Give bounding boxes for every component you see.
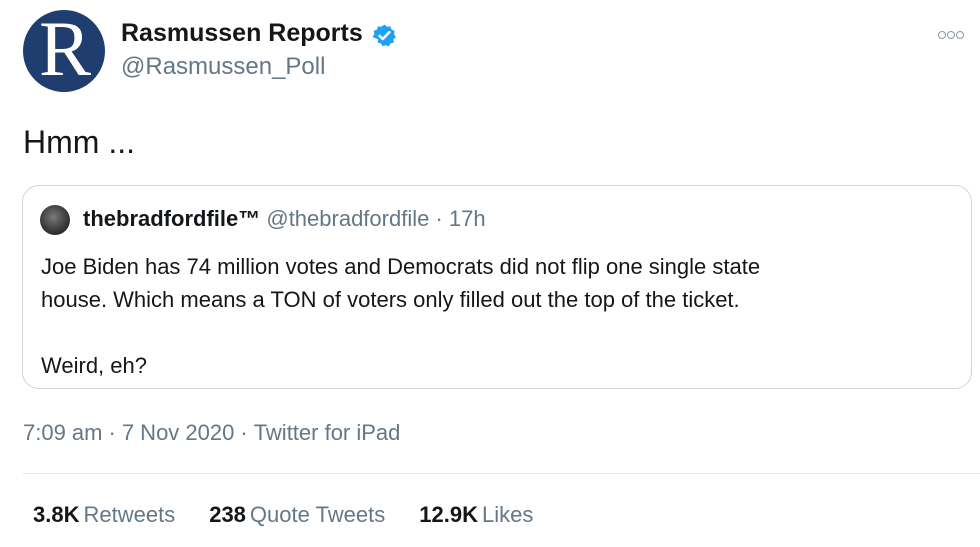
author-avatar[interactable]: R: [23, 10, 105, 92]
quoted-author-handle[interactable]: @thebradfordfile: [266, 206, 429, 231]
author-handle[interactable]: @Rasmussen_Poll: [121, 53, 325, 81]
quoted-text-line: house. Which means a TON of voters only …: [41, 287, 740, 312]
likes-stat[interactable]: 12.9K Likes: [419, 502, 533, 528]
meta-separator: ·: [240, 420, 248, 445]
likes-label: Likes: [481, 502, 534, 527]
more-dot: [947, 31, 955, 39]
quoted-tweet-card[interactable]: thebradfordfile™ @thebradfordfile · 17h …: [22, 185, 972, 389]
more-dot: [938, 31, 946, 39]
more-options-icon[interactable]: [938, 30, 964, 40]
quote-tweets-count: 238: [209, 502, 246, 527]
quoted-tweet-body: Joe Biden has 74 million votes and Democ…: [41, 250, 941, 382]
quoted-tweet-header: thebradfordfile™ @thebradfordfile · 17h: [83, 206, 486, 232]
likes-count: 12.9K: [419, 502, 478, 527]
quote-tweets-label: Quote Tweets: [249, 502, 386, 527]
retweets-stat[interactable]: 3.8K Retweets: [33, 502, 175, 528]
engagement-stats: 3.8K Retweets 238 Quote Tweets 12.9K Likes: [33, 502, 567, 528]
tweet-meta: 7:09 am · 7 Nov 2020 · Twitter for iPad: [23, 420, 400, 446]
quoted-author-avatar[interactable]: [40, 205, 70, 235]
tweet-text: Hmm ...: [23, 124, 135, 160]
quoted-text-line: Weird, eh?: [41, 353, 147, 378]
verified-badge-icon: [372, 24, 396, 47]
quoted-separator: ·: [435, 206, 443, 231]
tweet-time[interactable]: 7:09 am: [23, 420, 103, 445]
author-display-name[interactable]: Rasmussen Reports: [121, 19, 363, 48]
quoted-time[interactable]: 17h: [449, 206, 486, 231]
avatar-letter: R: [38, 10, 92, 92]
tweet-source[interactable]: Twitter for iPad: [254, 420, 401, 445]
retweets-count: 3.8K: [33, 502, 80, 527]
retweets-label: Retweets: [83, 502, 176, 527]
quoted-text-line: Joe Biden has 74 million votes and Democ…: [41, 254, 761, 279]
more-dot: [956, 31, 964, 39]
tweet-date[interactable]: 7 Nov 2020: [122, 420, 235, 445]
quoted-author-name[interactable]: thebradfordfile™: [83, 206, 260, 231]
quote-tweets-stat[interactable]: 238 Quote Tweets: [209, 502, 385, 528]
divider: [23, 473, 980, 474]
meta-separator: ·: [108, 420, 116, 445]
